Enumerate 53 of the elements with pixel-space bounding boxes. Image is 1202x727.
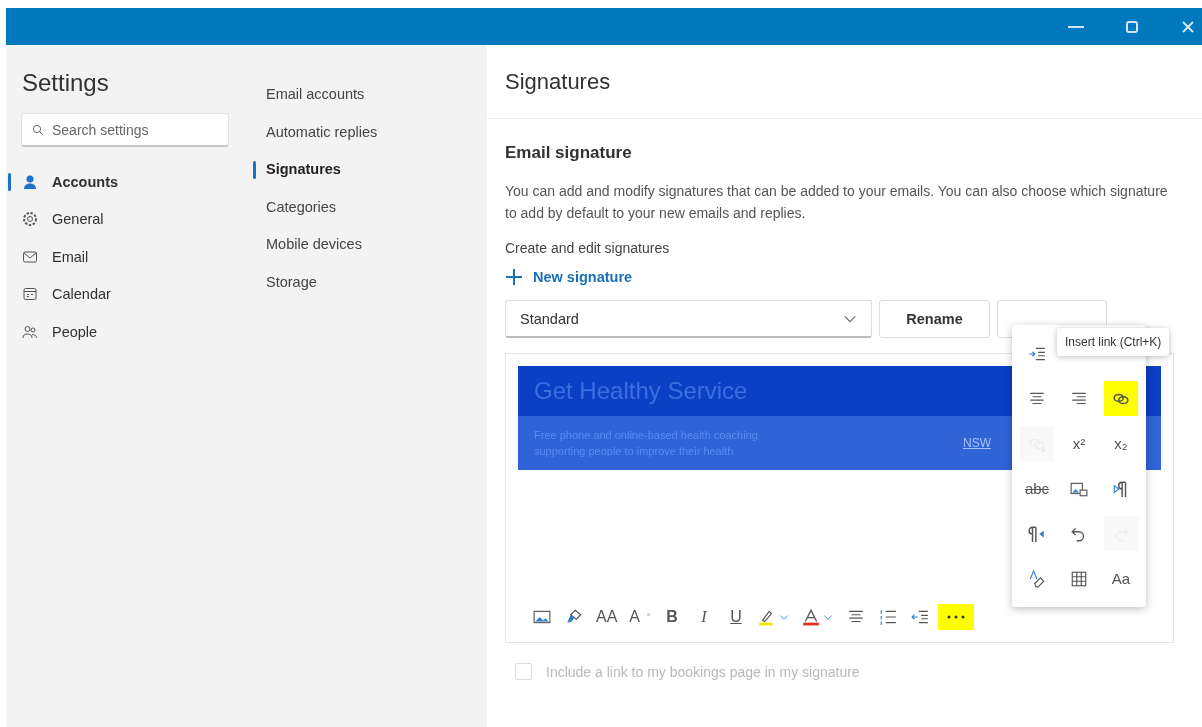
minimize-icon [1068,25,1084,28]
subnav-item[interactable]: Storage [253,262,323,300]
numbered-list-icon [879,608,897,626]
format-button[interactable]: U [722,604,750,630]
brush-icon [565,608,583,626]
more-icon [947,615,965,619]
create-label: Create and edit signatures [505,240,671,256]
plus-icon [505,268,523,286]
subnav-item[interactable]: Automatic replies [253,112,384,150]
settings-title: Settings [22,69,110,97]
new-signature-button[interactable]: New signature [505,268,633,286]
signature-dropdown[interactable]: Standard [505,300,872,338]
format-button[interactable]: B [658,604,686,630]
subnav-item[interactable]: Categories [253,187,343,225]
search-icon [32,124,44,136]
menu-item[interactable] [1104,381,1138,416]
gear-icon [22,211,38,228]
checkbox-label: Include a link to my bookings page in my signature [546,663,860,680]
font-color-icon [802,608,820,626]
close-icon [1180,18,1196,35]
nav-item[interactable]: Calendar [8,275,230,313]
maximize-icon [1124,18,1140,35]
nav-item[interactable]: General [8,200,230,238]
format-button[interactable]: I [690,604,718,630]
banner-logo: NSW [963,436,991,450]
highlighter-icon [758,608,776,626]
subnav-item[interactable]: Email accounts [253,75,371,113]
table-icon [1070,569,1088,588]
image-icon [533,608,551,626]
nav-item[interactable]: Email [8,238,230,276]
menu-item[interactable]: x² [1062,426,1096,461]
people-icon [22,323,38,340]
menu-item[interactable]: abc [1020,471,1054,506]
eraser-icon [1028,569,1046,588]
paragraph-icon [1028,524,1046,543]
menu-item[interactable]: x₂ [1104,426,1138,461]
nav-item[interactable]: People [8,313,230,351]
menu-item[interactable]: Aa [1104,561,1138,596]
tooltip: Insert link (Ctrl+K) [1057,328,1170,356]
format-button[interactable]: AA [592,604,622,630]
subnav-item[interactable]: Signatures [253,150,347,188]
envelope-icon [22,248,38,265]
section-title: Email signature [505,143,633,163]
grow-font-button[interactable]: A [625,604,654,630]
person-icon [22,173,38,190]
rename-button[interactable]: Rename [879,300,990,338]
calendar-icon [22,286,38,303]
description-text: You can add and modify signatures that can be added to your emails. You can also choose which signature to add by default to your new emails and replies. [505,182,1169,223]
nav-item[interactable]: Accounts [8,163,230,201]
outdent-icon [911,608,929,626]
search-field[interactable]: Search settings [21,113,229,147]
subnav-item[interactable]: Mobile devices [253,225,368,263]
page-title: Signatures [505,68,611,95]
